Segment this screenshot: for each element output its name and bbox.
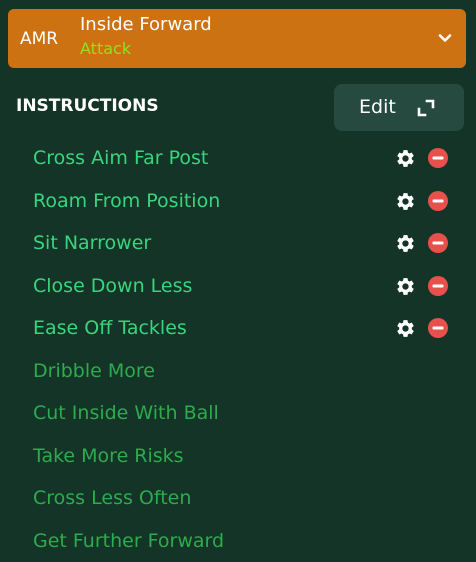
instruction-row[interactable]: Cross Less Often (0, 477, 476, 520)
instruction-label: Roam From Position (33, 189, 221, 212)
gear-icon[interactable] (395, 148, 416, 169)
remove-icon[interactable] (428, 233, 448, 253)
instruction-row[interactable]: Roam From Position (0, 180, 476, 223)
instruction-label: Ease Off Tackles (33, 317, 187, 339)
gear-icon[interactable] (395, 191, 416, 212)
instructions-heading: INSTRUCTIONS (16, 96, 159, 116)
role-header[interactable]: AMR Inside Forward Attack (8, 9, 466, 68)
remove-icon[interactable] (428, 275, 448, 296)
instruction-label: Cross Less Often (33, 487, 192, 509)
instruction-row[interactable]: Cross Aim Far Post (0, 137, 476, 180)
instruction-label: Cross Aim Far Post (33, 147, 209, 169)
gear-icon[interactable] (395, 318, 416, 339)
instruction-label: Dribble More (33, 359, 155, 382)
instruction-label: Sit Narrower (33, 232, 152, 254)
instruction-row[interactable]: Sit Narrower (0, 222, 476, 265)
gear-icon[interactable] (395, 233, 416, 254)
instruction-row[interactable]: Take More Risks (0, 435, 476, 478)
instruction-row[interactable]: Close Down Less (0, 265, 476, 308)
chevron-down-icon[interactable] (436, 29, 454, 47)
instruction-label: Close Down Less (33, 274, 193, 297)
instruction-list: Cross Aim Far Post Roam From Position Si… (0, 137, 476, 562)
role-position: AMR (20, 29, 59, 49)
instruction-label: Take More Risks (33, 444, 184, 467)
role-name: Inside Forward (80, 14, 212, 35)
instruction-row[interactable]: Get Further Forward (0, 520, 476, 562)
instruction-row[interactable]: Cut Inside With Ball (0, 392, 476, 435)
instruction-label: Get Further Forward (33, 529, 225, 552)
remove-icon[interactable] (428, 318, 448, 338)
remove-icon[interactable] (428, 148, 448, 168)
instruction-row[interactable]: Dribble More (0, 350, 476, 393)
remove-icon[interactable] (428, 190, 448, 211)
role-duty: Attack (80, 39, 132, 58)
instruction-row[interactable]: Ease Off Tackles (0, 307, 476, 350)
expand-icon (417, 99, 435, 117)
edit-button-label: Edit (359, 96, 396, 118)
gear-icon[interactable] (395, 276, 416, 297)
edit-button[interactable]: Edit (334, 84, 464, 131)
instruction-label: Cut Inside With Ball (33, 402, 219, 424)
